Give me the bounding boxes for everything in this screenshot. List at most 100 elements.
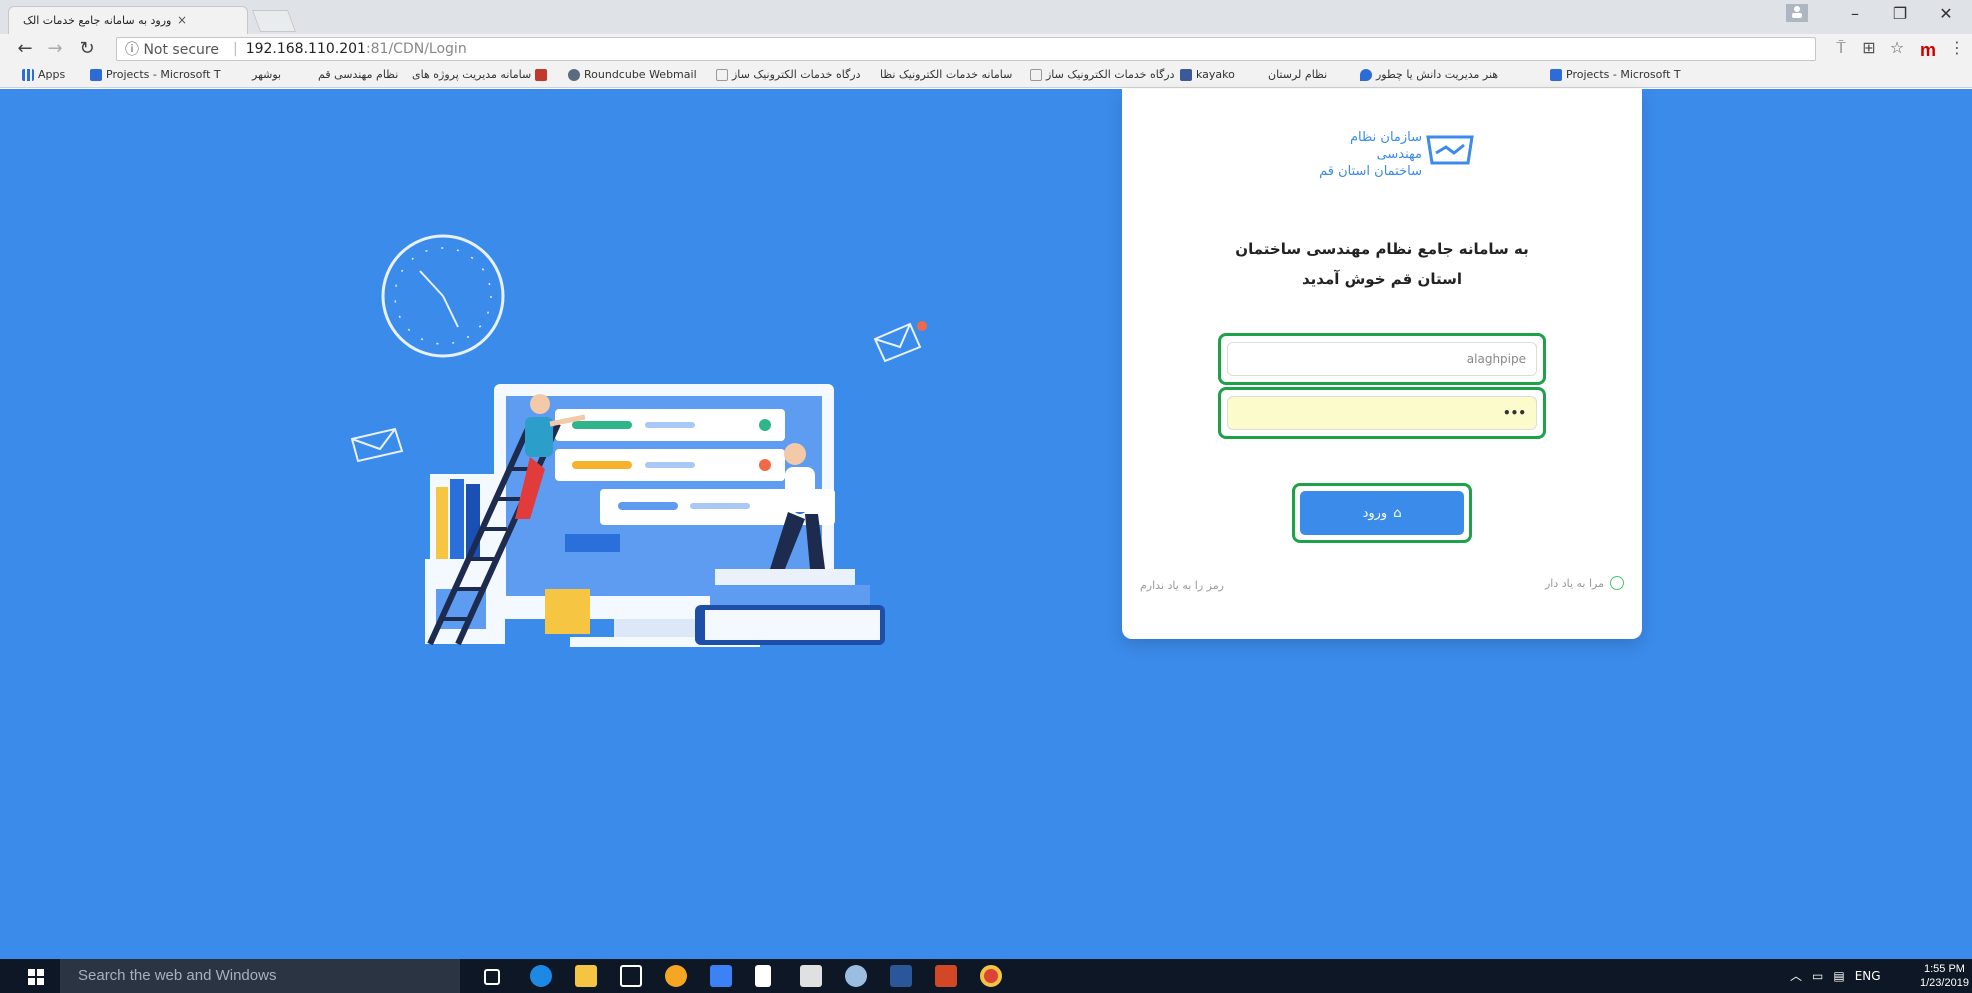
people-icon[interactable]	[665, 965, 687, 987]
system-tray: ︿ ▭ ▤ ENG	[1790, 967, 1881, 984]
location-icon	[1360, 68, 1372, 81]
page-icon	[716, 68, 728, 81]
welcome-heading: به سامانه جامع نظام مهندسی ساختمان استان…	[1122, 234, 1642, 294]
welcome-line2: استان قم خوش آمدید	[1301, 270, 1462, 288]
page-icon	[1030, 68, 1042, 81]
login-button-label: ورود	[1362, 505, 1388, 521]
url-path: :81/CDN/Login	[365, 41, 467, 57]
bookmark-label: سامانه مدیریت پروژه های	[412, 68, 532, 81]
extension-icon[interactable]: ⍑	[1830, 38, 1852, 58]
bookmark-label: Apps	[38, 68, 66, 81]
bookmark-projects[interactable]: Projects - Microsoft T	[90, 68, 221, 81]
tab-title: ورود به سامانه جامع خدمات الک	[23, 14, 172, 27]
notepad-icon[interactable]	[755, 965, 771, 987]
bookmark-label: نظام مهندسی قم	[318, 68, 399, 81]
windows-start-icon[interactable]	[28, 969, 44, 985]
reload-icon[interactable]: ↻	[76, 38, 98, 60]
teams-icon[interactable]	[710, 965, 732, 987]
bookmark-label: سامانه خدمات الکترونیک نظا	[880, 68, 1013, 81]
password-highlight: •••	[1218, 387, 1546, 439]
bookmark-label: Projects - Microsoft T	[106, 68, 221, 81]
tray-chevron-icon[interactable]: ︿	[1790, 967, 1802, 984]
star-icon[interactable]: ☆	[1886, 38, 1908, 57]
remember-me-label: مرا به یاد دار	[1544, 576, 1604, 590]
home-icon: ⌂	[1393, 505, 1402, 521]
url-host: 192.168.110.201	[245, 41, 366, 57]
restore-button[interactable]: ❐	[1888, 4, 1912, 23]
taskbar-search-input[interactable]: Search the web and Windows	[60, 959, 460, 993]
file-explorer-icon[interactable]	[575, 965, 597, 987]
browser-tab-strip: × ورود به سامانه جامع خدمات الک – ❐ ✕	[0, 0, 1972, 34]
org-name-line1: سازمان نظام مهندسی	[1349, 130, 1422, 162]
username-highlight: alaghpipe	[1218, 333, 1546, 385]
close-window-button[interactable]: ✕	[1934, 4, 1958, 23]
paint-icon[interactable]	[845, 965, 867, 987]
person-icon[interactable]	[1786, 4, 1808, 22]
notification-icon[interactable]: ▤	[1833, 969, 1844, 983]
remember-me-radio[interactable]	[1610, 576, 1624, 590]
not-secure-label[interactable]: ⓘ Not secure	[125, 39, 219, 59]
bookmark-qom[interactable]: نظام مهندسی قم	[318, 68, 398, 81]
photos-icon[interactable]	[800, 965, 822, 987]
apps-icon	[22, 68, 34, 81]
address-bar[interactable]: ⓘ Not secure | 192.168.110.201 :81/CDN/L…	[116, 37, 1816, 61]
bookmark-portal-1[interactable]: درگاه خدمات الکترونیک ساز	[716, 68, 861, 81]
back-arrow-icon[interactable]: ←	[14, 38, 36, 60]
address-separator: |	[232, 41, 238, 57]
org-name-line2: ساختمان استان قم	[1319, 164, 1422, 179]
organization-logo: سازمان نظام مهندسی ساختمان استان قم	[1272, 129, 1492, 185]
bookmark-lorestan[interactable]: نظام لرستان	[1268, 68, 1327, 81]
bookmark-label: هنر مدیریت دانش یا چطور	[1376, 68, 1499, 81]
powerpoint-icon[interactable]	[935, 965, 957, 987]
bookmark-icon	[535, 68, 548, 81]
login-page: سازمان نظام مهندسی ساختمان استان قم به س…	[0, 89, 1972, 959]
login-button[interactable]: ⌂ ورود	[1300, 491, 1464, 535]
bookmark-project-mgmt[interactable]: سامانه مدیریت پروژه های	[412, 68, 548, 81]
taskbar-clock[interactable]: 1:55 PM 1/23/2019	[1920, 962, 1969, 990]
menu-icon[interactable]: ⋮	[1946, 38, 1968, 57]
handshake-icon	[1426, 135, 1474, 165]
language-indicator[interactable]: ENG	[1855, 969, 1881, 983]
bookmark-knowledge[interactable]: هنر مدیریت دانش یا چطور	[1360, 68, 1498, 81]
roundcube-icon	[568, 68, 580, 81]
login-button-highlight: ⌂ ورود	[1292, 483, 1472, 543]
bookmark-roundcube[interactable]: Roundcube Webmail	[568, 68, 697, 81]
bookmark-bushehr[interactable]: بوشهر	[252, 68, 281, 81]
minimize-button[interactable]: –	[1843, 4, 1867, 23]
chrome-icon[interactable]	[980, 965, 1002, 987]
translate-icon[interactable]: ⊞	[1858, 38, 1880, 57]
forgot-password-link[interactable]: رمز را به یاد ندارم	[1140, 579, 1224, 592]
clock-time: 1:55 PM	[1923, 963, 1965, 975]
forward-arrow-icon[interactable]: →	[44, 38, 66, 60]
new-tab-button[interactable]	[251, 10, 297, 32]
store-icon[interactable]	[620, 965, 642, 987]
remember-me[interactable]: مرا به یاد دار	[1545, 576, 1624, 590]
bookmark-label: نظام لرستان	[1268, 68, 1328, 81]
folder-icon	[1550, 68, 1562, 81]
m-extension-icon[interactable]: m	[1920, 40, 1936, 61]
bookmark-kayako[interactable]: kayako	[1180, 68, 1235, 81]
bookmark-label: Roundcube Webmail	[584, 68, 697, 81]
word-icon[interactable]	[890, 965, 912, 987]
bookmark-label: درگاه خدمات الکترونیک ساز	[1046, 68, 1175, 81]
login-card: سازمان نظام مهندسی ساختمان استان قم به س…	[1122, 89, 1642, 639]
username-field[interactable]: alaghpipe	[1227, 342, 1537, 376]
network-icon[interactable]: ▭	[1812, 969, 1823, 983]
bookmark-label: بوشهر	[252, 68, 282, 81]
task-view-icon[interactable]	[484, 969, 500, 985]
browser-toolbar: ← → ↻ ⓘ Not secure | 192.168.110.201 :81…	[0, 34, 1972, 64]
password-field[interactable]: •••	[1227, 396, 1537, 430]
bookmark-label: kayako	[1196, 68, 1235, 81]
folder-icon	[90, 68, 102, 81]
bookmarks-bar: Apps Projects - Microsoft T بوشهر نظام م…	[0, 64, 1972, 88]
logo-text: سازمان نظام مهندسی ساختمان استان قم	[1312, 129, 1422, 180]
browser-tab[interactable]: × ورود به سامانه جامع خدمات الک	[8, 6, 248, 34]
bookmark-projects-2[interactable]: Projects - Microsoft T	[1550, 68, 1681, 81]
bookmark-services[interactable]: سامانه خدمات الکترونیک نظا	[880, 68, 1012, 81]
clock-date: 1/23/2019	[1920, 977, 1969, 989]
tab-close-icon[interactable]: ×	[177, 13, 187, 27]
edge-icon[interactable]	[530, 965, 552, 987]
windows-taskbar: Search the web and Windows ︿ ▭ ▤ ENG 1:5…	[0, 959, 1972, 993]
bookmark-apps[interactable]: Apps	[22, 68, 65, 81]
bookmark-portal-2[interactable]: درگاه خدمات الکترونیک ساز	[1030, 68, 1175, 81]
